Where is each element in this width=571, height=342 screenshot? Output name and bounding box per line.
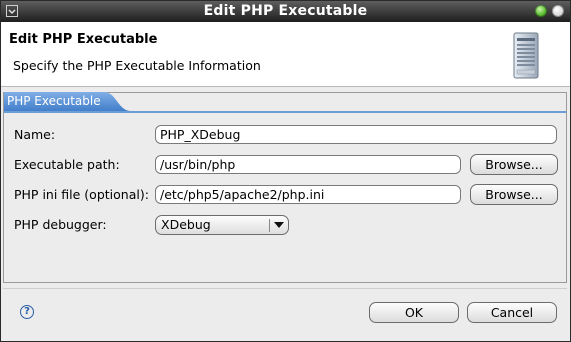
- cancel-button[interactable]: Cancel: [467, 302, 557, 323]
- header-subtitle: Specify the PHP Executable Information: [13, 58, 261, 73]
- close-button[interactable]: [552, 5, 564, 17]
- title-bar[interactable]: Edit PHP Executable: [1, 1, 570, 22]
- debugger-select[interactable]: XDebug: [155, 215, 289, 235]
- name-label: Name:: [14, 127, 56, 142]
- chevron-down-icon: [274, 222, 284, 228]
- executable-path-label: Executable path:: [14, 157, 120, 172]
- browse-executable-button[interactable]: Browse...: [470, 154, 558, 175]
- browse-ini-button[interactable]: Browse...: [470, 184, 558, 205]
- ini-file-label: PHP ini file (optional):: [14, 187, 149, 202]
- tab-php-executable[interactable]: PHP Executable: [4, 92, 130, 112]
- dialog-header: Edit PHP Executable Specify the PHP Exec…: [1, 22, 570, 87]
- executable-path-field[interactable]: /usr/bin/php: [155, 155, 461, 174]
- footer-separator: [3, 288, 567, 289]
- ini-file-field[interactable]: /etc/php5/apache2/php.ini: [155, 185, 461, 204]
- tab-label: PHP Executable: [7, 94, 101, 108]
- name-field[interactable]: PHP_XDebug: [155, 125, 557, 144]
- header-title: Edit PHP Executable: [9, 32, 158, 47]
- dialog-window: Edit PHP Executable Edit PHP Executable …: [0, 0, 571, 342]
- debugger-label: PHP debugger:: [14, 217, 107, 232]
- maximize-button[interactable]: [535, 5, 547, 17]
- tab-folder: PHP Executable Name: PHP_XDebug Executab…: [3, 92, 567, 283]
- server-icon: [512, 32, 540, 80]
- ok-button[interactable]: OK: [369, 302, 459, 323]
- help-icon[interactable]: ?: [20, 305, 34, 319]
- combo-separator: [269, 219, 270, 232]
- window-title: Edit PHP Executable: [203, 3, 368, 19]
- tab-underline: [4, 111, 566, 113]
- debugger-value: XDebug: [161, 217, 211, 232]
